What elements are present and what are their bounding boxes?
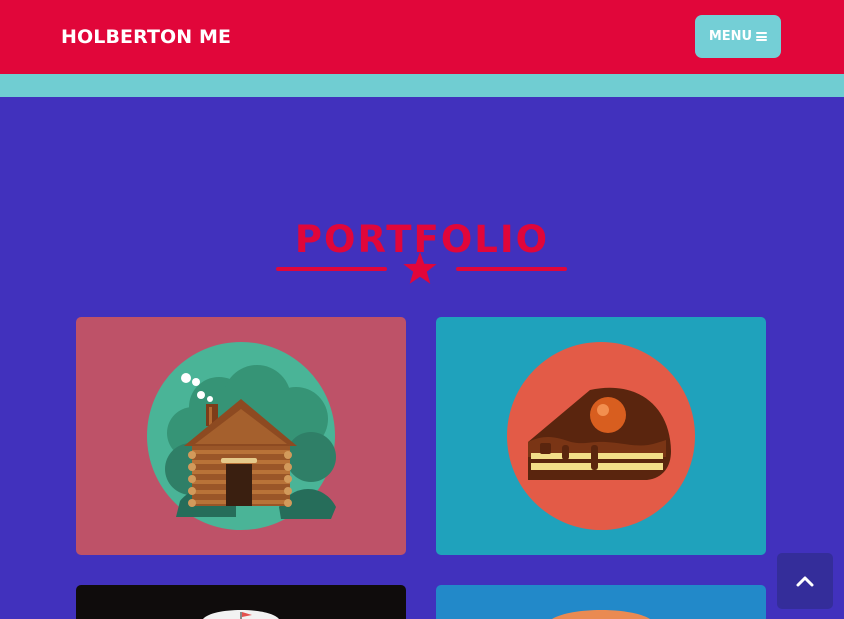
- portfolio-item-dessert[interactable]: [436, 585, 766, 619]
- cake-icon: [507, 342, 695, 530]
- navbar: HOLBERTON ME MENU: [0, 0, 844, 74]
- dessert-icon: [552, 610, 650, 619]
- chevron-up-icon: [796, 576, 814, 587]
- circus-tent-icon: [203, 610, 279, 619]
- portfolio-item-cake[interactable]: [436, 317, 766, 555]
- hamburger-line: [756, 39, 768, 41]
- title-divider-right: [456, 267, 567, 271]
- cabin-icon: [147, 342, 336, 530]
- hamburger-line: [756, 35, 768, 38]
- scroll-to-top-button[interactable]: [777, 553, 833, 609]
- portfolio-item-circus[interactable]: [76, 585, 406, 619]
- star-icon: [403, 252, 437, 284]
- portfolio-item-cabin[interactable]: [76, 317, 406, 555]
- brand-link[interactable]: HOLBERTON ME: [61, 25, 231, 49]
- hamburger-line: [756, 32, 768, 34]
- hamburger-icon: [756, 32, 768, 41]
- header-teal-band: [0, 74, 844, 97]
- menu-button[interactable]: MENU: [695, 15, 781, 58]
- title-divider-left: [276, 267, 387, 271]
- menu-label: MENU: [708, 28, 753, 44]
